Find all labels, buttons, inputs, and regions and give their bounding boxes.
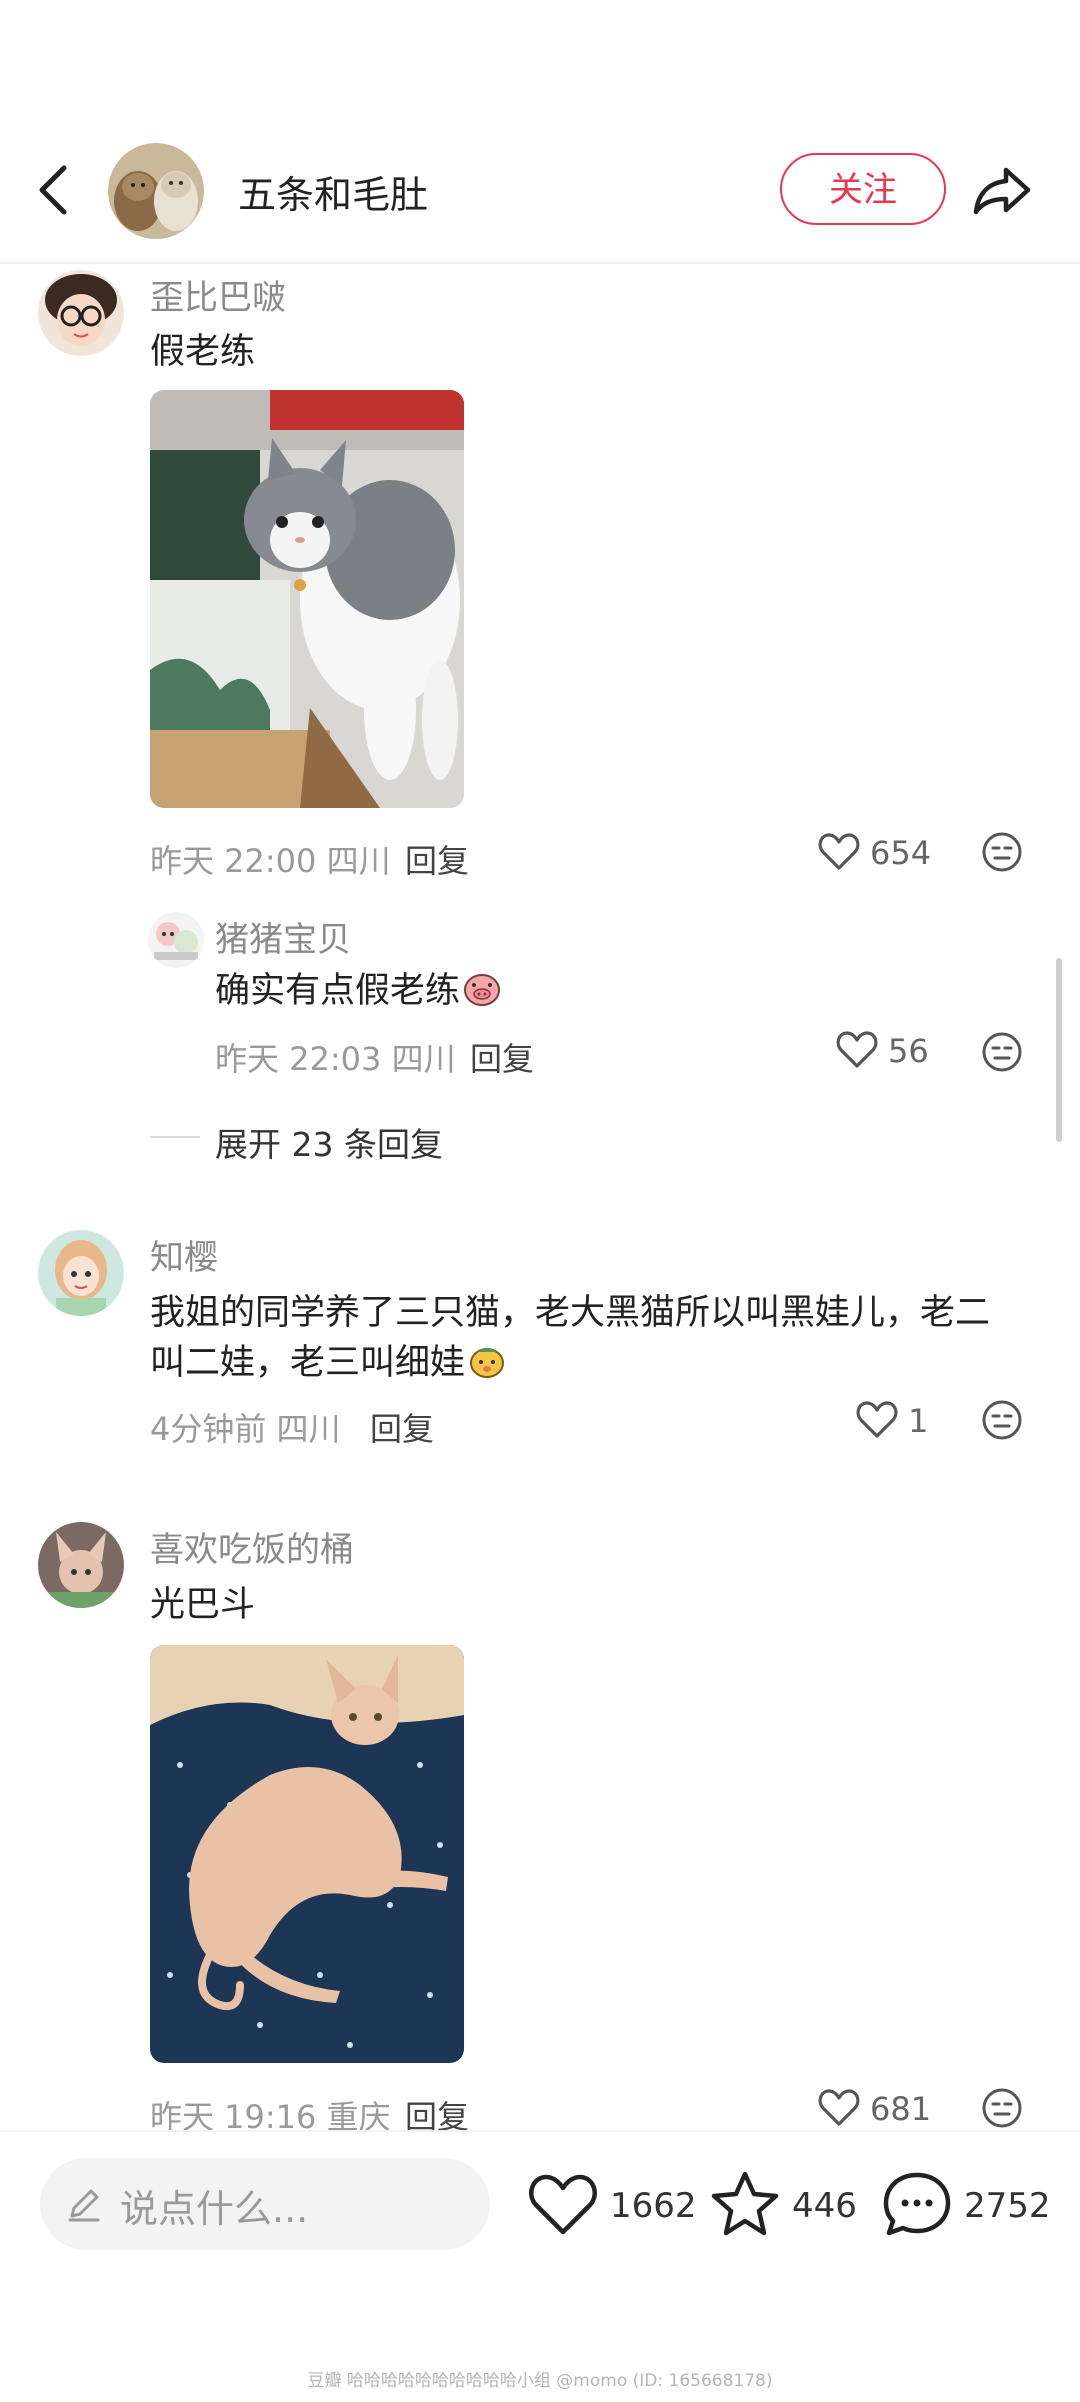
commenter-name[interactable]: 知樱	[150, 1230, 218, 1279]
commenter-avatar[interactable]	[38, 1522, 124, 1608]
heart-icon[interactable]	[528, 2172, 598, 2242]
expand-line	[150, 1136, 200, 1138]
comment-text: 假老练	[150, 332, 256, 372]
like-count: 1	[908, 1402, 929, 1440]
pig-emoji-icon	[462, 970, 502, 1022]
reply-avatar[interactable]	[148, 912, 204, 968]
commenter-avatar[interactable]	[38, 1230, 124, 1316]
reply-button[interactable]: 回复	[370, 1404, 434, 1450]
comment-text: 光巴斗	[150, 1585, 256, 1625]
heart-icon[interactable]	[836, 1030, 878, 1074]
comment-text-line: 我姐的同学养了三只猫，老大黑猫所以叫黑娃儿，老二	[150, 1293, 991, 1333]
commenter-name[interactable]: 喜欢吃饭的桶	[150, 1522, 354, 1571]
star-icon[interactable]	[710, 2170, 780, 2242]
comment-input-placeholder[interactable]: 说点什么...	[120, 2178, 308, 2233]
like-count: 56	[888, 1032, 929, 1070]
commenter-avatar[interactable]	[38, 270, 124, 356]
post-like-count: 1662	[610, 2186, 697, 2226]
emoji-icon[interactable]	[980, 1398, 1024, 1446]
reply-meta: 昨天 22:03 四川	[215, 1040, 456, 1078]
watermark-text: 豆瓣 哈哈哈哈哈哈哈哈哈哈小组 @momo (ID: 165668178)	[307, 2371, 773, 2391]
expand-replies-button[interactable]: 展开 23 条回复	[215, 1118, 443, 1166]
heart-icon[interactable]	[818, 2088, 860, 2132]
commenter-name[interactable]: 歪比巴啵	[150, 270, 286, 319]
reply-user-name[interactable]: 猪猪宝贝	[215, 912, 351, 961]
follow-button[interactable]: 关注	[780, 153, 946, 225]
comment-image-sphynx-cat[interactable]	[150, 1645, 464, 2063]
bottom-bar-divider	[0, 2130, 1080, 2132]
header-divider	[0, 262, 1080, 264]
comment-count: 2752	[964, 2186, 1051, 2226]
favorite-count: 446	[792, 2186, 857, 2226]
share-icon[interactable]	[970, 158, 1034, 222]
emoji-icon[interactable]	[980, 830, 1024, 878]
emoji-icon[interactable]	[980, 1030, 1024, 1078]
comment-text-line: 叫二娃，老三叫细娃	[150, 1338, 507, 1394]
like-count: 654	[870, 834, 932, 872]
comment-image-cat[interactable]	[150, 390, 464, 808]
heart-icon[interactable]	[818, 832, 860, 876]
author-avatar[interactable]	[108, 143, 204, 239]
author-name[interactable]: 五条和毛肚	[238, 164, 428, 219]
cute-emoji-icon	[467, 1342, 507, 1394]
comment-meta: 4分钟前 四川	[150, 1410, 341, 1448]
pencil-icon	[64, 2184, 104, 2228]
scrollbar[interactable]	[1056, 958, 1062, 1142]
like-count: 681	[870, 2090, 932, 2128]
comment-meta: 昨天 22:00 四川	[150, 842, 391, 880]
reply-text: 确实有点假老练	[215, 966, 502, 1022]
reply-button[interactable]: 回复	[470, 1034, 534, 1080]
heart-icon[interactable]	[856, 1400, 898, 1444]
emoji-icon[interactable]	[980, 2086, 1024, 2134]
comment-bubble-icon[interactable]	[882, 2170, 952, 2242]
reply-button[interactable]: 回复	[405, 836, 469, 882]
back-arrow-icon[interactable]	[30, 160, 80, 220]
